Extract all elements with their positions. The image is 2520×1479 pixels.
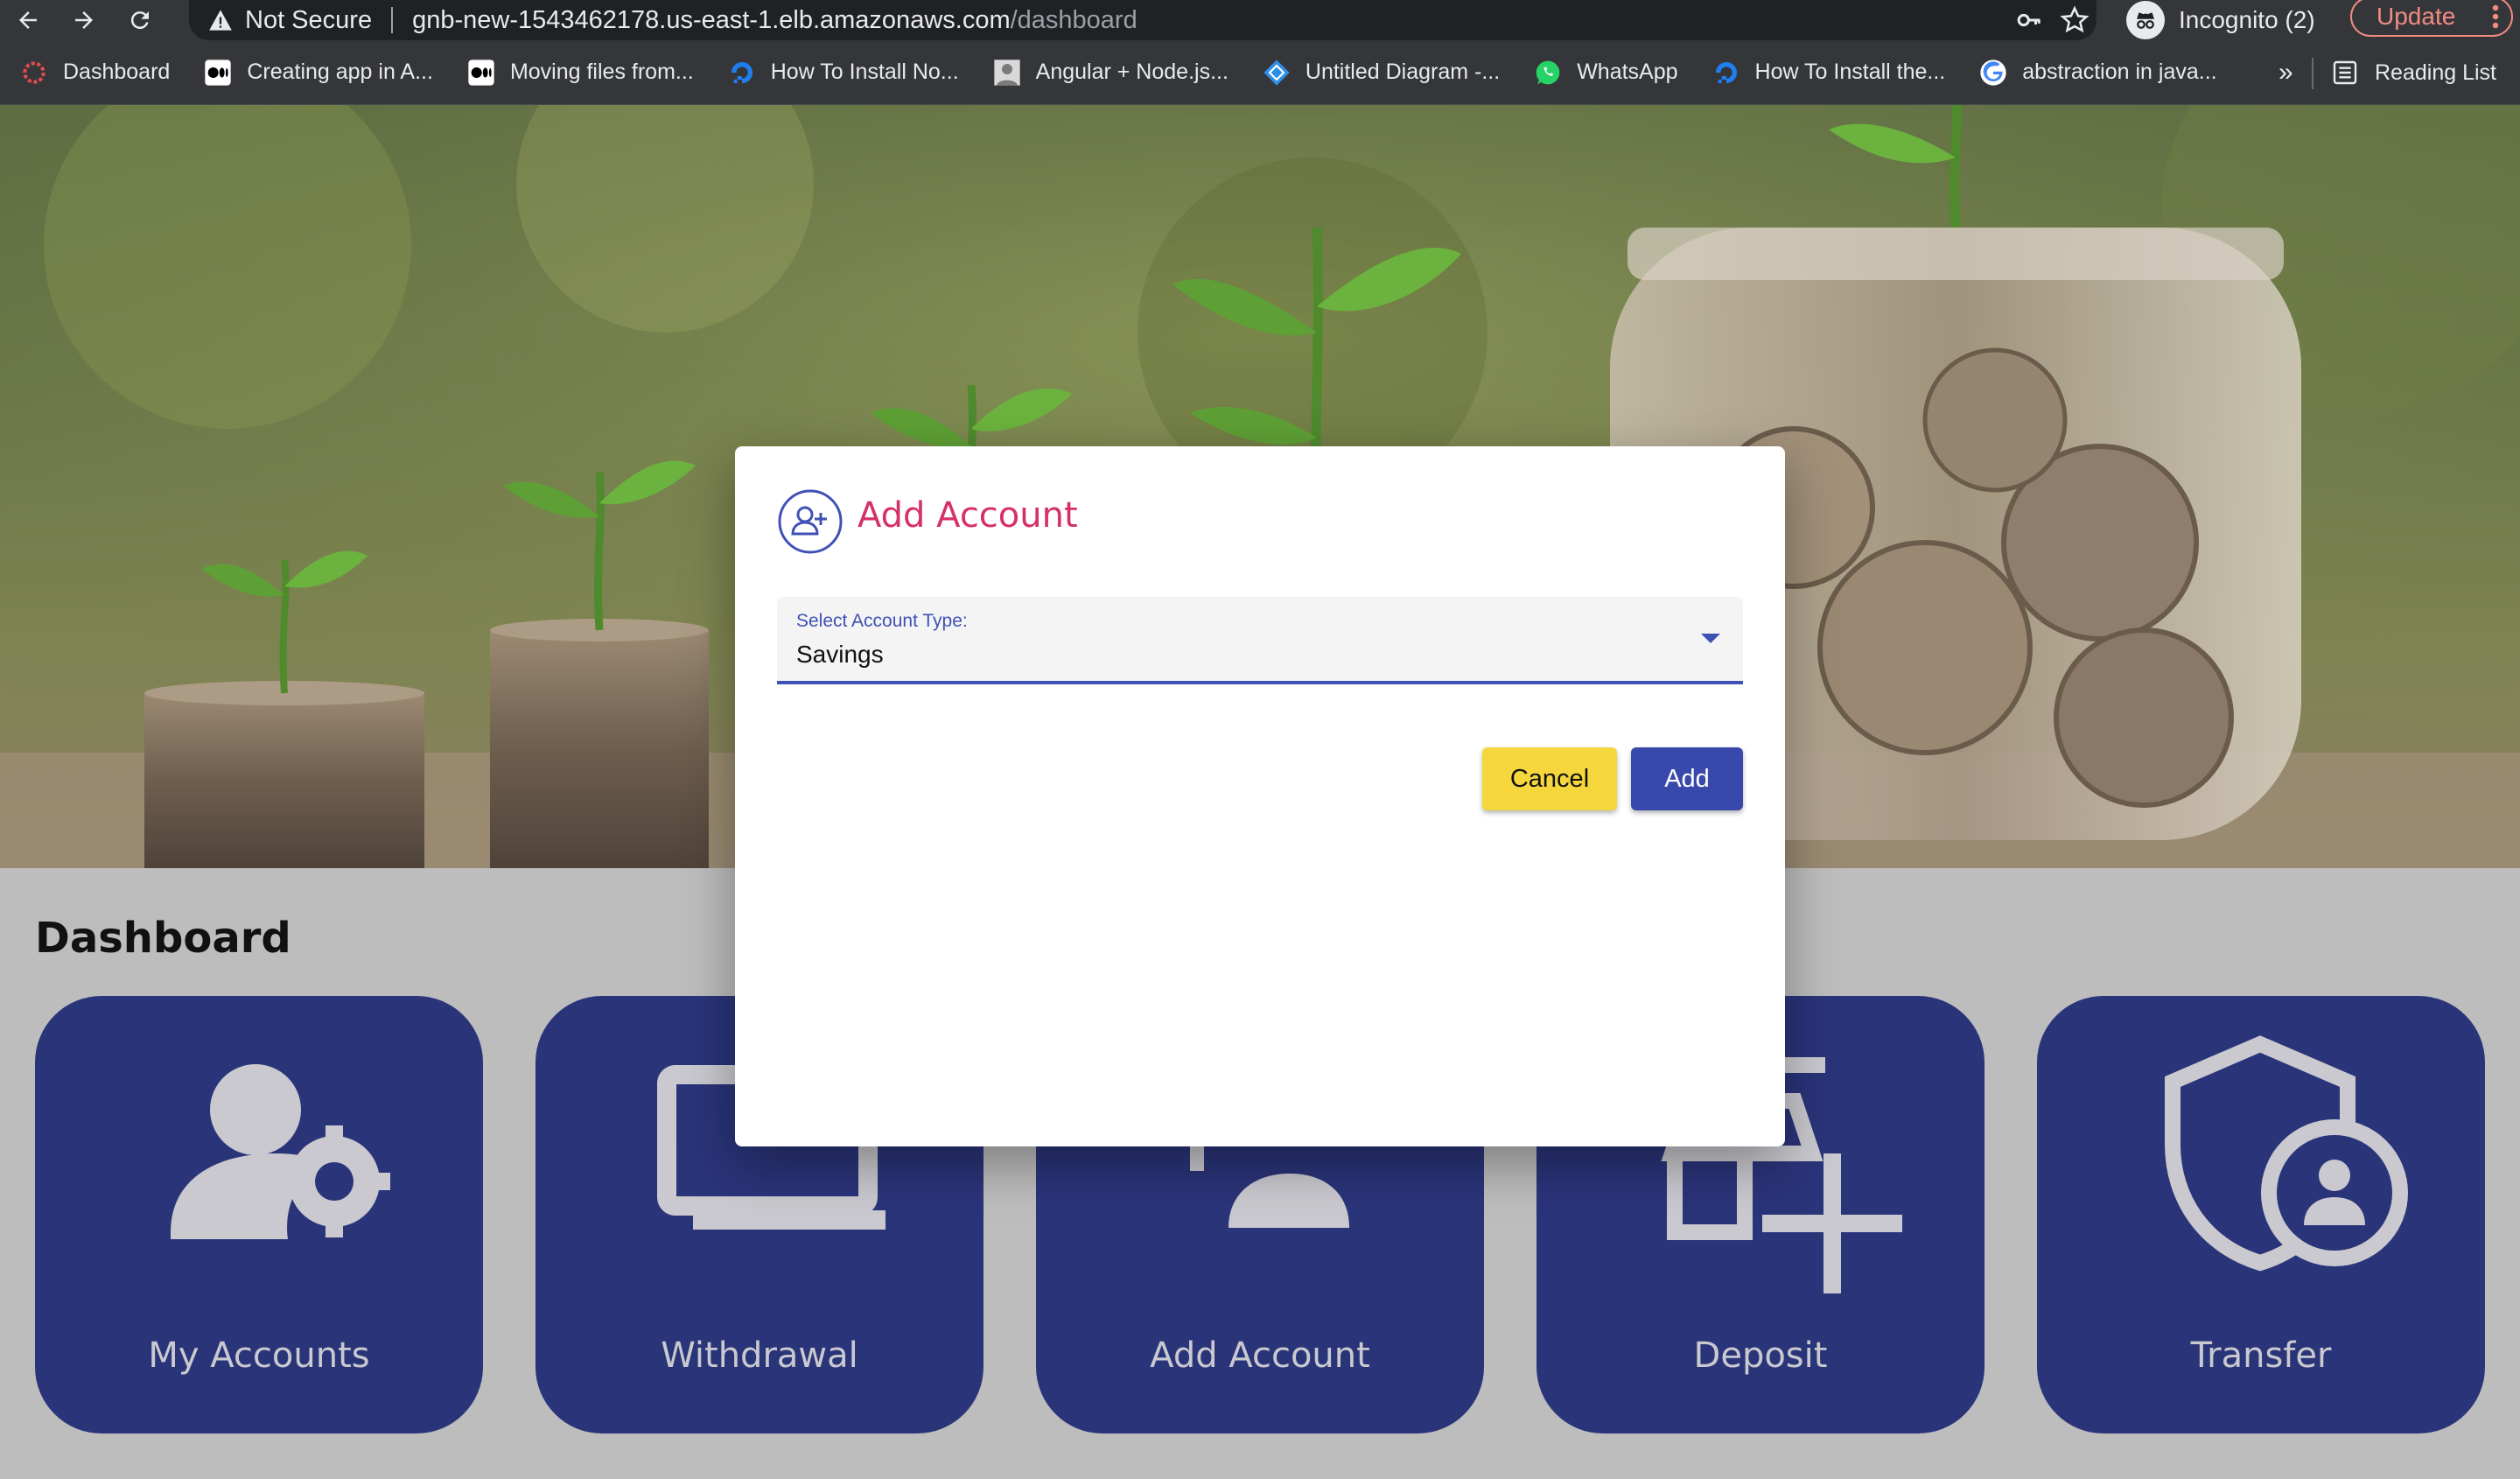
bookmark-label: How To Install the... (1754, 60, 1946, 84)
browser-toolbar: Not Secure gnb-new-1543462178.us-east-1.… (0, 0, 2520, 40)
google-icon (1978, 58, 2008, 88)
incognito-icon (2126, 1, 2165, 39)
account-type-select[interactable]: Select Account Type: Savings (777, 597, 1743, 684)
avatar-icon (992, 58, 1022, 88)
bookmark-item[interactable]: WhatsApp (1533, 40, 1678, 105)
bookmark-label: Angular + Node.js... (1035, 60, 1228, 84)
digitalocean-icon (727, 58, 757, 88)
bookmarks-divider (2312, 58, 2314, 89)
drawio-icon (1262, 58, 1292, 88)
medium-icon (466, 58, 496, 88)
bookmark-label: Moving files from... (509, 60, 694, 84)
whatsapp-icon (1533, 58, 1563, 88)
bookmark-item[interactable]: Angular + Node.js... (992, 40, 1228, 105)
url-path: /dashboard (1010, 5, 1138, 34)
add-button[interactable]: Add (1631, 747, 1743, 810)
update-button[interactable]: Update (2350, 0, 2513, 37)
reading-list-label: Reading List (2375, 60, 2496, 85)
update-label: Update (2376, 3, 2456, 30)
dropdown-arrow-icon[interactable] (1701, 634, 1720, 643)
bookmark-item[interactable]: How To Install No... (727, 40, 959, 105)
bookmark-label: abstraction in java... (2022, 60, 2217, 84)
reading-list-icon (2333, 60, 2357, 85)
url-separator (391, 7, 394, 33)
dialog-title: Add Account (858, 495, 1078, 536)
incognito-label: Incognito (2) (2179, 6, 2315, 33)
bookmark-item[interactable]: Untitled Diagram -... (1262, 40, 1500, 105)
reload-icon (130, 11, 149, 30)
app-gear-icon (19, 58, 49, 88)
incognito-indicator[interactable]: Incognito (2) (2126, 0, 2315, 40)
account-type-label: Select Account Type: (796, 611, 968, 631)
security-label: Not Secure (245, 5, 373, 34)
bookmark-item[interactable]: Creating app in A... (203, 40, 433, 105)
bookmark-item[interactable]: How To Install the... (1712, 40, 1946, 105)
bookmark-label: Creating app in A... (247, 60, 433, 84)
bookmarks-bar: Dashboard Creating app in A... Moving fi… (0, 40, 2520, 105)
bookmark-label: How To Install No... (770, 60, 959, 84)
back-arrow-icon (19, 11, 37, 29)
forward-button[interactable] (56, 0, 112, 40)
forward-arrow-icon (75, 11, 93, 29)
bookmark-label: WhatsApp (1577, 60, 1678, 84)
url-host: gnb-new-1543462178.us-east-1.elb.amazona… (412, 5, 1011, 34)
reload-button[interactable] (112, 0, 168, 40)
more-bookmarks-button[interactable]: » (2278, 40, 2293, 105)
reading-list-button[interactable]: Reading List (2331, 40, 2496, 105)
add-account-dialog: Add Account Select Account Type: Savings… (735, 446, 1785, 1146)
kebab-menu-icon[interactable] (2492, 4, 2499, 30)
address-bar[interactable]: Not Secure gnb-new-1543462178.us-east-1.… (189, 0, 2096, 40)
person-add-icon (778, 489, 843, 554)
bookmark-item[interactable]: abstraction in java... (1978, 40, 2217, 105)
cancel-button[interactable]: Cancel (1482, 747, 1617, 810)
digitalocean-icon (1712, 58, 1741, 88)
key-icon[interactable] (2016, 7, 2042, 33)
bookmark-star-icon[interactable] (2060, 5, 2090, 35)
account-type-value: Savings (796, 641, 884, 668)
medium-icon (203, 58, 233, 88)
warning-icon (209, 10, 232, 31)
bookmark-item[interactable]: Moving files from... (466, 40, 694, 105)
bookmark-item[interactable]: Dashboard (19, 40, 170, 105)
back-button[interactable] (0, 0, 56, 40)
bookmark-label: Untitled Diagram -... (1305, 60, 1501, 84)
bookmark-label: Dashboard (63, 60, 171, 84)
